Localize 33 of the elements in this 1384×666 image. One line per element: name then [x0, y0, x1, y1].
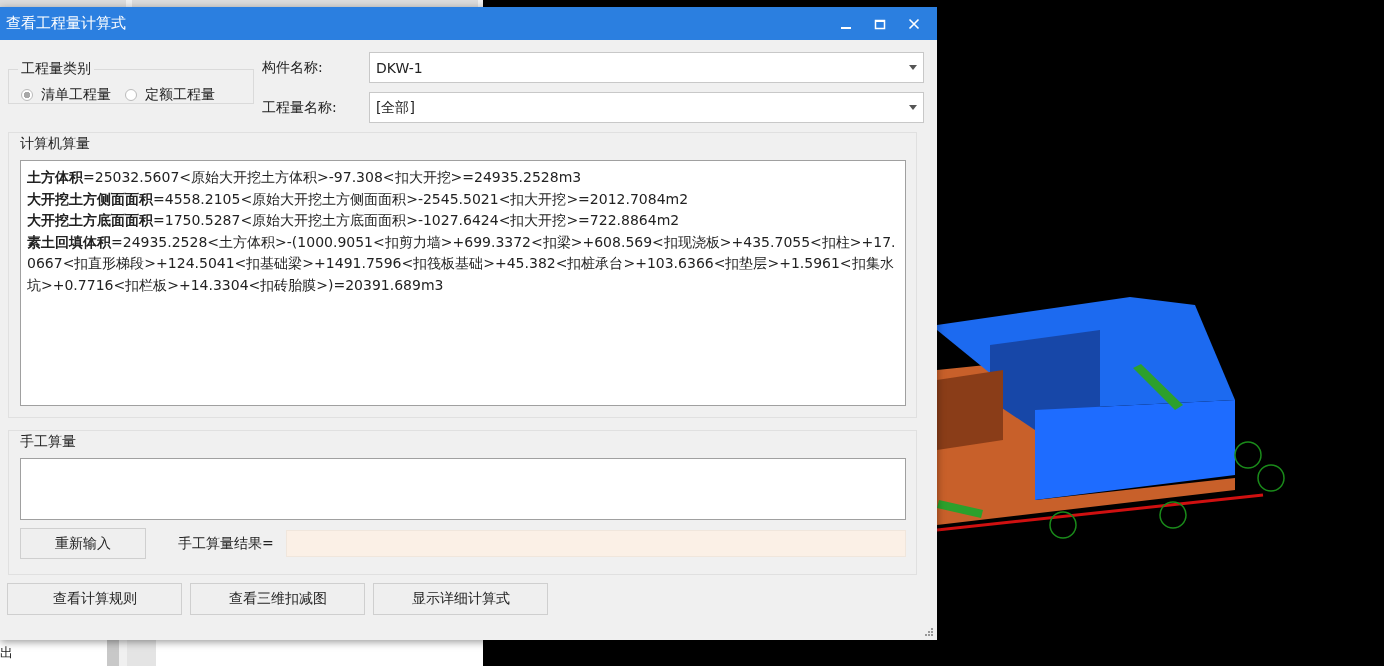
- formula-line: 大开挖土方侧面面积=4558.2105<原始大开挖土方侧面面积>-2545.5021<扣大开挖>=2012.7084m2: [27, 189, 690, 209]
- action-button[interactable]: 查看三维扣减图: [190, 583, 365, 615]
- dropdown-field[interactable]: [全部]: [369, 92, 924, 123]
- radio-label: 定额工程量: [145, 86, 215, 104]
- field-label: 工程量名称:: [262, 98, 338, 117]
- reenter-button[interactable]: 重新输入: [20, 528, 146, 559]
- group-title: 计算机算量: [20, 135, 91, 153]
- formula-line: 土方体积=25032.5607<原始大开挖土方体积>-97.308<扣大开挖>=24935.2528m3: [27, 168, 583, 187]
- scrollbar[interactable]: [107, 640, 119, 666]
- close-icon: [908, 17, 920, 30]
- caret-icon: [909, 105, 917, 110]
- field-label: 构件名称:: [262, 58, 324, 77]
- resize-grip-icon[interactable]: [924, 627, 934, 637]
- group-title: 手工算量: [20, 433, 77, 451]
- formula-line: 素土回填体积=24935.2528<土方体积>-(1000.9051<扣剪力墙>+699.3372<扣梁>+608.569<扣现浇板>+435.7055<扣柱>+17.0667<扣直形梯段>+124.5041<扣基础梁>+1491.7596<扣筏板基础>+45.382<扣桩承台>+103.6366<扣垫层>+1.5961<扣集水坑>+0.7716<扣栏板>+14.3304<扣砖胎膜>)=20391.689m3: [27, 232, 897, 295]
- group-title: 工程量类别: [20, 60, 92, 78]
- radio-button[interactable]: [125, 89, 137, 101]
- panel-tab[interactable]: [0, 0, 126, 7]
- manual-input-field[interactable]: [20, 458, 906, 520]
- formula-line: 大开挖土方底面面积=1750.5287<原始大开挖土方底面面积>-1027.6424<扣大开挖>=722.8864m2: [27, 211, 681, 230]
- minimize-icon: [841, 26, 851, 29]
- dropdown-field[interactable]: DKW-1: [369, 52, 924, 83]
- radio-label: 清单工程量: [41, 86, 111, 104]
- panel-tab[interactable]: [132, 0, 478, 7]
- caret-icon: [909, 65, 917, 70]
- panel-text: 出: [0, 644, 13, 662]
- action-button[interactable]: 显示详细计算式: [373, 583, 548, 615]
- action-button[interactable]: 查看计算规则: [7, 583, 182, 615]
- result-label: 手工算量结果=: [178, 534, 275, 553]
- formula-text-area[interactable]: [20, 160, 906, 406]
- window-title: 查看工程量计算式: [5, 14, 126, 33]
- radio-button[interactable]: [21, 89, 33, 101]
- maximize-icon: [874, 17, 886, 30]
